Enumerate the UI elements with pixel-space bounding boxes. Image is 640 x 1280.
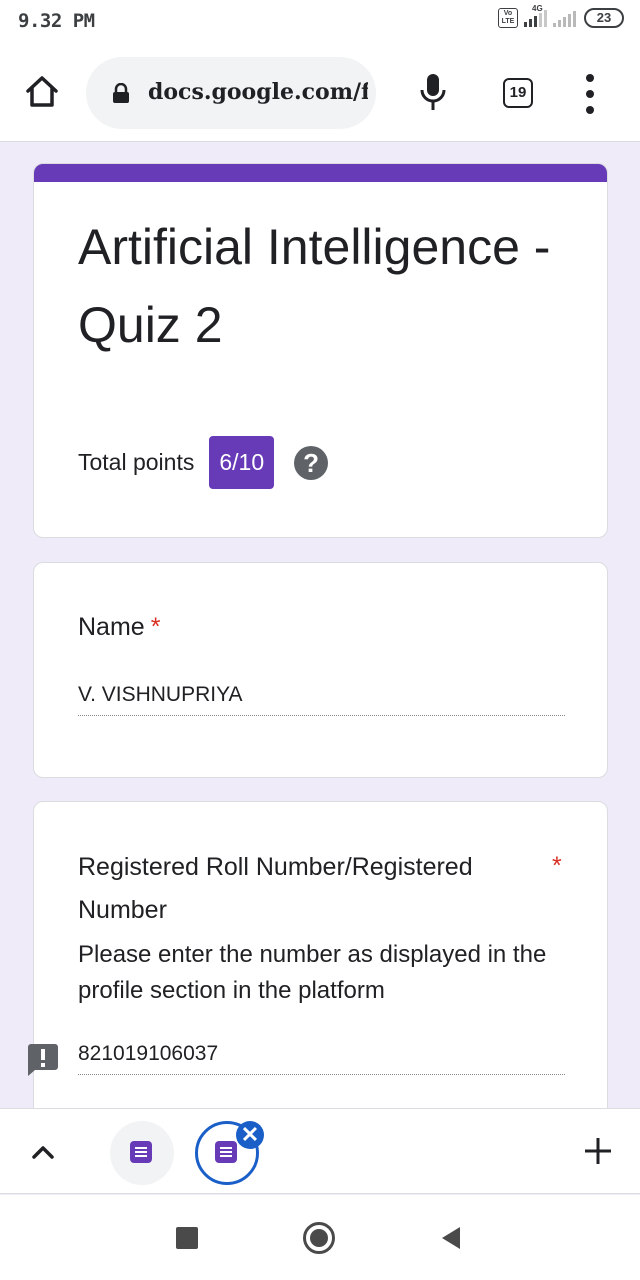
total-points-row: Total points 6/10 ? <box>78 436 329 489</box>
status-bar: 9.32 PM Vo LTE 4G 23 <box>0 0 640 42</box>
required-asterisk: * <box>150 613 161 641</box>
question-title: Name * <box>78 613 160 642</box>
help-icon[interactable]: ? <box>294 445 329 480</box>
total-points-label: Total points <box>78 449 195 475</box>
form-header-card: Artificial Intelligence - Quiz 2 Total p… <box>33 163 608 538</box>
close-icon[interactable]: ✕ <box>236 1121 264 1149</box>
status-icons: Vo LTE 4G 23 <box>498 4 624 28</box>
question-title-text: Name <box>78 613 145 641</box>
form-accent-bar <box>34 164 607 182</box>
home-icon[interactable] <box>22 72 62 112</box>
required-asterisk: * <box>552 852 562 880</box>
signal-secondary-icon <box>553 9 576 27</box>
more-vert-icon[interactable] <box>580 74 600 114</box>
lock-icon <box>112 82 130 103</box>
nav-home-icon[interactable] <box>303 1222 335 1254</box>
tab-switcher-button[interactable]: 19 <box>503 78 533 108</box>
network-type-label: 4G <box>532 4 543 13</box>
question-description: Please enter the number as displayed in … <box>78 941 547 1004</box>
url-text: docs.google.com/fi <box>148 79 368 105</box>
question-card-roll-number: Registered Roll Number/Registered Number… <box>33 801 608 1131</box>
tab-thumbnail[interactable] <box>110 1121 174 1185</box>
question-card-name: Name * V. VISHNUPRIYA <box>33 562 608 778</box>
tab-group-bar: ✕ <box>0 1108 640 1194</box>
address-bar[interactable]: docs.google.com/fi <box>86 57 376 129</box>
add-icon[interactable] <box>580 1133 616 1169</box>
answer-text: V. VISHNUPRIYA <box>78 683 565 716</box>
volte-icon: Vo LTE <box>498 8 518 28</box>
answer-text: 821019106037 <box>78 1042 565 1075</box>
question-title-text: Registered Roll Number/Registered Number <box>78 853 473 924</box>
warning-icon <box>26 1043 60 1077</box>
forms-tab-icon <box>130 1141 152 1163</box>
recents-icon[interactable] <box>176 1227 198 1249</box>
back-icon[interactable] <box>440 1225 462 1251</box>
status-time: 9.32 PM <box>18 10 95 32</box>
battery-icon: 23 <box>584 8 624 28</box>
form-title: Artificial Intelligence - Quiz 2 <box>78 219 551 353</box>
system-nav-bar <box>0 1195 640 1280</box>
mic-icon[interactable] <box>416 72 450 114</box>
chevron-up-icon[interactable] <box>30 1139 56 1165</box>
forms-tab-icon <box>215 1141 237 1163</box>
score-badge: 6/10 <box>209 436 275 489</box>
browser-toolbar: docs.google.com/fi 19 <box>0 42 640 142</box>
